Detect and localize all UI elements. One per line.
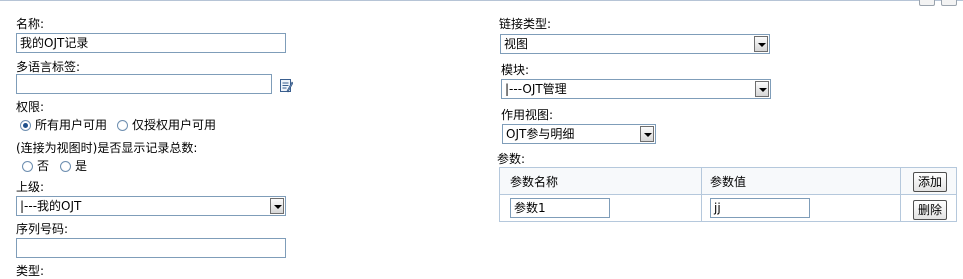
count-no-radio[interactable]: 否: [22, 159, 49, 173]
parent-label: 上级:: [16, 180, 45, 194]
link-type-value: 视图: [504, 37, 529, 51]
count-no-text: 否: [37, 159, 50, 173]
chevron-down-icon[interactable]: [640, 126, 654, 142]
radio-checked-icon: [20, 119, 31, 131]
view-label: 作用视图:: [501, 108, 554, 122]
link-type-select[interactable]: 视图: [500, 34, 770, 54]
multilang-label: 多语言标签:: [16, 60, 81, 74]
type-label: 类型:: [16, 264, 45, 278]
radio-unchecked-icon: [60, 160, 71, 172]
perm-authorized-text: 仅授权用户可用: [132, 118, 217, 132]
count-yes-text: 是: [75, 159, 88, 173]
seq-input[interactable]: [16, 238, 286, 258]
module-select[interactable]: |---OJT管理: [501, 79, 771, 99]
multilang-input[interactable]: [16, 74, 272, 94]
chevron-down-icon[interactable]: [754, 36, 768, 52]
param-name-input[interactable]: 参数1: [510, 198, 610, 218]
top-divider: [0, 0, 963, 1]
edit-note-icon[interactable]: [279, 77, 293, 93]
perm-authorized-radio[interactable]: 仅授权用户可用: [117, 118, 216, 132]
column-divider: [701, 168, 702, 221]
param-value-input[interactable]: jj: [710, 198, 810, 218]
col-param-value: 参数值: [710, 175, 747, 189]
parent-select-value: |---我的OJT: [20, 199, 82, 213]
add-param-button[interactable]: 添加: [913, 172, 948, 192]
perm-all-radio[interactable]: 所有用户可用: [20, 118, 107, 132]
count-label: (连接为视图时)是否显示记录总数:: [16, 141, 198, 155]
top-toolbar: [919, 0, 957, 6]
column-divider: [900, 168, 901, 221]
permission-label: 权限:: [16, 100, 45, 114]
params-table: 参数名称 参数值 添加 参数1 jj 删除: [499, 167, 957, 222]
module-value: |---OJT管理: [505, 82, 567, 96]
params-label: 参数:: [497, 152, 526, 166]
radio-unchecked-icon: [22, 160, 33, 172]
col-param-name: 参数名称: [510, 175, 559, 189]
perm-all-text: 所有用户可用: [35, 118, 108, 132]
toolbar-icon[interactable]: [941, 0, 957, 6]
module-label: 模块:: [501, 63, 530, 77]
view-value: OJT参与明细: [506, 127, 575, 141]
chevron-down-icon[interactable]: [755, 81, 769, 97]
parent-select[interactable]: |---我的OJT: [16, 196, 286, 216]
radio-unchecked-icon: [117, 119, 128, 131]
chevron-down-icon[interactable]: [270, 198, 284, 214]
view-select[interactable]: OJT参与明细: [502, 124, 656, 144]
link-type-label: 链接类型:: [499, 17, 552, 31]
name-input[interactable]: 我的OJT记录: [16, 33, 286, 53]
name-label: 名称:: [16, 17, 45, 31]
delete-param-button[interactable]: 删除: [913, 200, 948, 220]
count-yes-radio[interactable]: 是: [60, 159, 87, 173]
seq-label: 序列号码:: [16, 222, 69, 236]
toolbar-icon[interactable]: [919, 0, 935, 6]
